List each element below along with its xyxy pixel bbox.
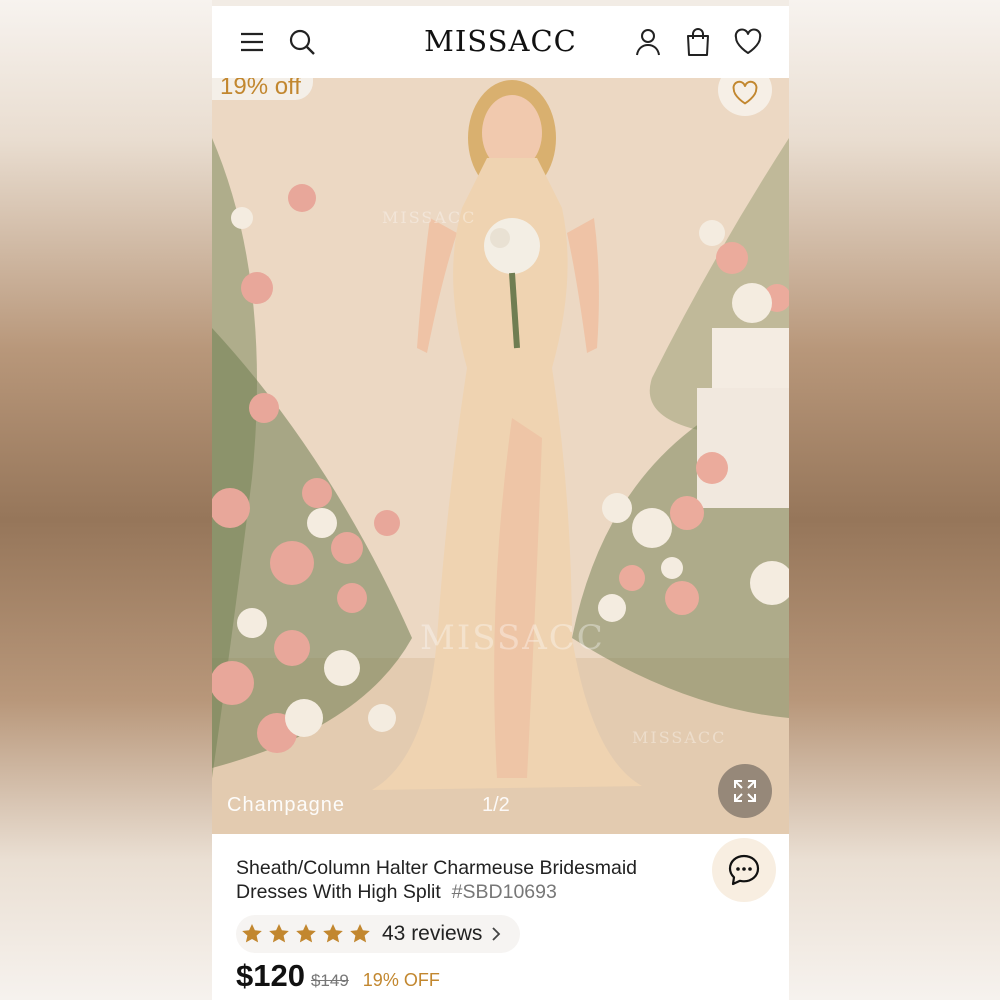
original-price: $149 xyxy=(310,971,349,990)
product-sku: #SBD10693 xyxy=(451,881,557,903)
discount-badge: 19% off xyxy=(212,78,313,100)
reviews-link[interactable]: 43 reviews xyxy=(236,915,520,953)
watermark-text: MISSACC xyxy=(420,618,605,658)
product-title: Sheath/Column Halter Charmeuse Bridesmai… xyxy=(236,856,706,904)
product-image[interactable]: MISSACC MISSACC MISSACC 19% off Champagn… xyxy=(212,78,789,834)
product-page: MISSACC MISSACC MISSACC MISSACC 19% off … xyxy=(212,0,789,1000)
heart-icon[interactable] xyxy=(732,26,764,58)
chat-bubble-icon xyxy=(728,854,760,886)
discount-label: 19% OFF xyxy=(362,970,440,990)
star-icon xyxy=(296,924,316,943)
chat-button[interactable] xyxy=(712,838,776,902)
watermark-text: MISSACC xyxy=(632,728,727,747)
star-icon xyxy=(242,924,262,943)
current-price: $120 xyxy=(236,958,305,993)
color-label: Champagne xyxy=(227,794,345,816)
watermark-text: MISSACC xyxy=(382,208,477,227)
account-icon[interactable] xyxy=(632,26,664,58)
heart-outline-icon xyxy=(732,80,758,105)
price-row: $120 $149 19% OFF xyxy=(236,958,440,998)
rating-stars xyxy=(240,922,372,946)
bag-icon[interactable] xyxy=(682,26,714,58)
background-blur-left xyxy=(0,0,212,1000)
expand-icon xyxy=(734,780,756,802)
star-icon xyxy=(269,924,289,943)
chevron-right-icon xyxy=(492,927,501,941)
star-icon xyxy=(323,924,343,943)
star-icon xyxy=(350,924,370,943)
app-header: MISSACC xyxy=(212,6,789,78)
product-title-text: Sheath/Column Halter Charmeuse Bridesmai… xyxy=(236,857,638,903)
fullscreen-button[interactable] xyxy=(718,764,772,818)
product-photo xyxy=(212,78,789,834)
image-pager: 1/2 xyxy=(482,794,510,816)
background-blur-right xyxy=(789,0,1000,1000)
reviews-count: 43 reviews xyxy=(382,922,483,945)
